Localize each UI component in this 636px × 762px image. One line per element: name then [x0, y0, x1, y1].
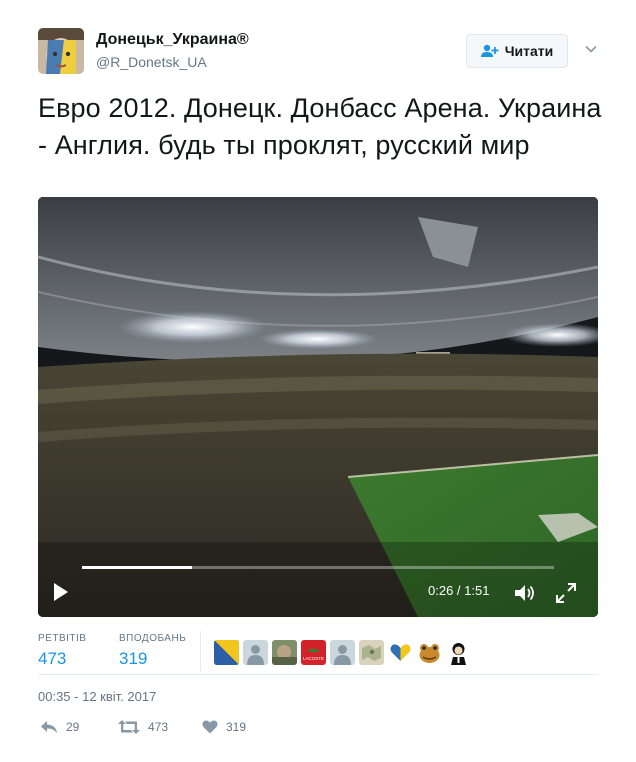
retweets-count: 473 [38, 649, 67, 668]
stats-divider [200, 631, 201, 671]
liker-avatar-heart[interactable] [388, 640, 413, 665]
chevron-down-icon[interactable] [584, 42, 598, 56]
volume-icon[interactable] [514, 583, 536, 603]
reply-count: 29 [66, 720, 80, 734]
reply-button[interactable]: 29 [40, 719, 79, 735]
user-avatar[interactable] [38, 28, 84, 74]
retweet-icon [118, 720, 140, 734]
video-player[interactable]: 0:26 / 1:51 [38, 197, 598, 617]
liker-avatar-default[interactable] [243, 640, 268, 665]
reply-icon [41, 721, 57, 733]
liker-avatar-photo[interactable] [272, 640, 297, 665]
likers-avatars: LACOSTE [214, 640, 471, 665]
tweet-text: Евро 2012. Донецк. Донбасс Арена. Украин… [38, 93, 602, 160]
liker-avatar-default-2[interactable] [330, 640, 355, 665]
heart-icon [202, 720, 218, 734]
like-button[interactable]: 319 [202, 719, 246, 734]
video-progress-fill [82, 566, 193, 569]
user-handle[interactable]: @R_Donetsk_UA [96, 54, 207, 70]
tweet-header: Донецьк_Украина® @R_Donetsk_UA Читати [38, 28, 598, 74]
lacoste-logo-text: LACOSTE [303, 656, 324, 661]
retweets-stat[interactable]: РЕТВІТІВ 473 [38, 633, 86, 669]
video-time: 0:26 / 1:51 [428, 583, 490, 598]
video-progress-bar[interactable] [82, 566, 554, 569]
tweet-stats: РЕТВІТІВ 473 ВПОДОБАНЬ 319 LACOSTE [38, 625, 598, 675]
likes-label: ВПОДОБАНЬ [119, 633, 187, 644]
add-user-icon [480, 44, 499, 57]
liker-avatar-map[interactable] [359, 640, 384, 665]
retweets-label: РЕТВІТІВ [38, 633, 87, 644]
follow-button-label: Читати [504, 43, 554, 59]
retweet-button[interactable]: 473 [118, 719, 168, 735]
likes-count: 319 [119, 649, 148, 668]
follow-button[interactable]: Читати [466, 34, 568, 68]
liker-avatar-cartoon[interactable] [446, 640, 471, 665]
fullscreen-icon[interactable] [556, 583, 576, 603]
likes-stat[interactable]: ВПОДОБАНЬ 319 [119, 633, 186, 669]
user-display-name[interactable]: Донецьк_Украина® [96, 31, 249, 49]
liker-avatar-flag[interactable] [214, 640, 239, 665]
play-icon[interactable] [52, 581, 70, 603]
tweet-timestamp[interactable]: 00:35 - 12 квіт. 2017 [38, 689, 156, 704]
like-count: 319 [226, 719, 247, 734]
liker-avatar-frog[interactable] [417, 640, 442, 665]
tweet-actions: 29 473 319 [38, 719, 598, 743]
liker-avatar-lacoste[interactable]: LACOSTE [301, 640, 326, 665]
retweet-count: 473 [148, 720, 169, 734]
video-frame [38, 197, 598, 617]
